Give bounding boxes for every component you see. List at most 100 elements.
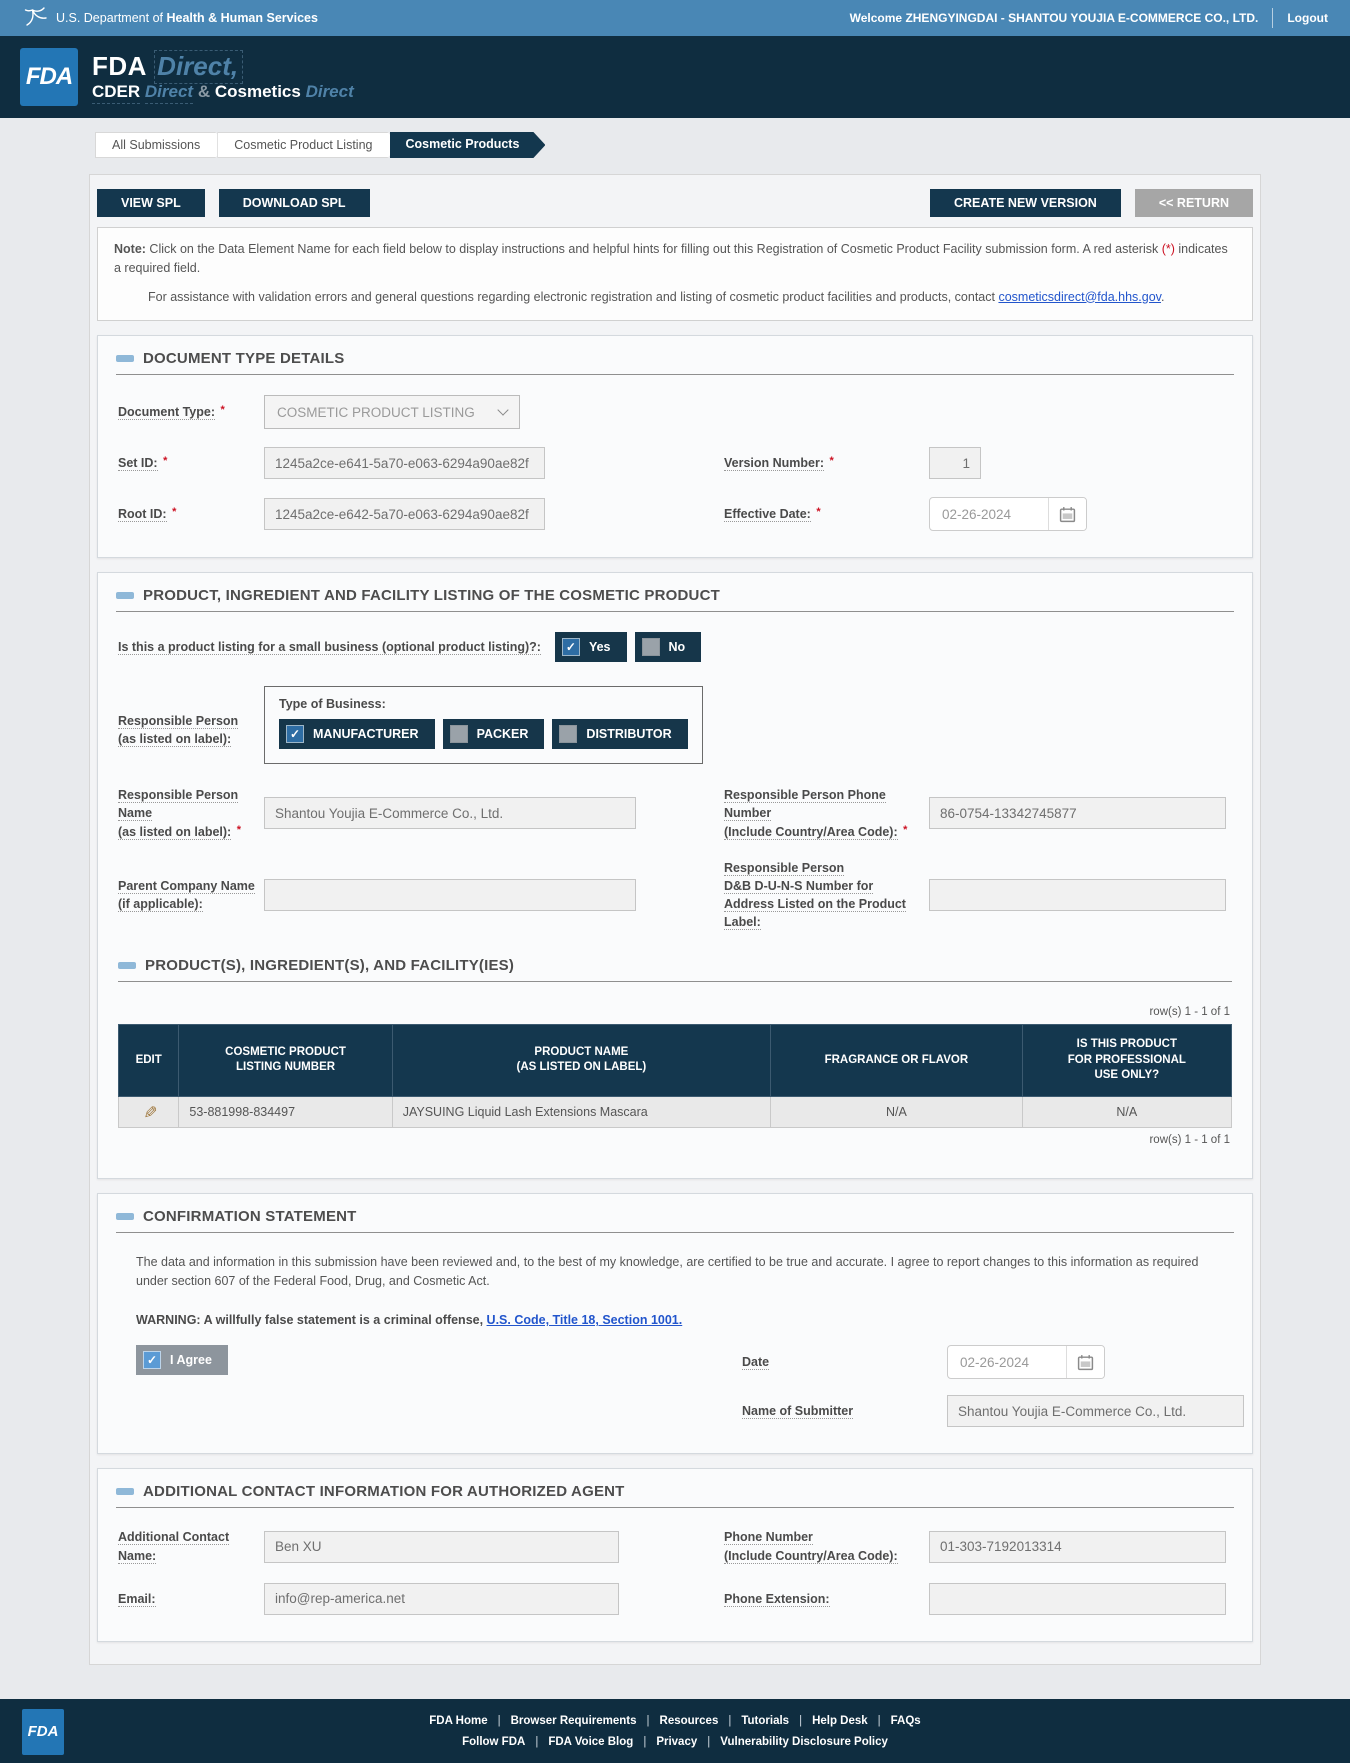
rows-count-top: row(s) 1 - 1 of 1 [1149, 1006, 1230, 1019]
phone-extension-input[interactable] [929, 1582, 1226, 1615]
footer-link-vulnerability-disclosure[interactable]: Vulnerability Disclosure Policy [720, 1736, 888, 1748]
fragrance-cell: N/A [770, 1095, 1023, 1128]
breadcrumb-all-submissions[interactable]: All Submissions [95, 132, 227, 158]
manufacturer-checkbox[interactable]: ✓ MANUFACTURER [279, 719, 435, 750]
footer-link-faqs[interactable]: FAQs [891, 1715, 921, 1727]
small-business-yes-checkbox[interactable]: ✓ Yes [554, 632, 627, 663]
email-input[interactable] [264, 1582, 619, 1615]
i-agree-checkbox[interactable]: ✓ I Agree [136, 1345, 228, 1376]
footer-link-help-desk[interactable]: Help Desk [812, 1715, 868, 1727]
collapse-icon[interactable] [116, 355, 134, 363]
calendar-icon [1059, 506, 1076, 522]
effective-date-calendar-button[interactable] [1048, 498, 1086, 531]
additional-contact-header[interactable]: ADDITIONAL CONTACT INFORMATION FOR AUTHO… [116, 1483, 1234, 1509]
footer-separator: | [877, 1714, 881, 1727]
effective-date-label[interactable]: Effective Date: * [724, 505, 929, 523]
confirmation-date-value[interactable]: 02-26-2024 [948, 1346, 1066, 1378]
page: U.S. Department of Health & Human Servic… [0, 0, 1350, 1763]
footer-link-follow-fda[interactable]: Follow FDA [462, 1736, 525, 1748]
parent-company-label[interactable]: Parent Company Name (if applicable): [118, 877, 264, 913]
document-type-select[interactable]: COSMETIC PRODUCT LISTING [264, 395, 520, 430]
create-new-version-button[interactable]: CREATE NEW VERSION [930, 189, 1121, 217]
breadcrumb-cosmetic-products[interactable]: Cosmetic Products [390, 132, 546, 158]
note-line2b: . [1160, 289, 1165, 304]
unchecked-checkbox-icon: ✓ [641, 638, 660, 657]
unchecked-checkbox-icon: ✓ [559, 725, 578, 744]
footer-link-fda-home[interactable]: FDA Home [429, 1715, 487, 1727]
breadcrumb: All Submissions Cosmetic Product Listing… [95, 132, 1350, 158]
footer-link-fda-voice-blog[interactable]: FDA Voice Blog [548, 1736, 633, 1748]
collapse-icon[interactable] [116, 592, 134, 600]
confirmation-date-calendar-button[interactable] [1066, 1346, 1104, 1379]
col-professional: IS THIS PRODUCT FOR PROFESSIONAL USE ONLY? [1021, 1024, 1233, 1097]
footer-link-browser-requirements[interactable]: Browser Requirements [511, 1715, 637, 1727]
us-code-link[interactable]: U.S. Code, Title 18, Section 1001. [487, 1313, 683, 1327]
products-table-header[interactable]: PRODUCT(S), INGREDIENT(S), AND FACILITY(… [118, 957, 1232, 983]
small-business-question-label[interactable]: Is this a product listing for a small bu… [118, 640, 541, 656]
edit-pencil-icon[interactable]: ✎ [139, 1105, 159, 1119]
date-label[interactable]: Date [742, 1353, 947, 1371]
collapse-icon[interactable] [116, 1212, 134, 1220]
responsible-person-phone-input[interactable] [929, 797, 1226, 830]
additional-contact-name-input[interactable] [264, 1530, 619, 1563]
set-id-label[interactable]: Set ID: * [118, 454, 264, 472]
hhs-eagle-icon [22, 5, 48, 32]
confirmation-header[interactable]: CONFIRMATION STATEMENT [116, 1208, 1234, 1233]
brand-fda: FDA [92, 50, 147, 81]
calendar-icon [1077, 1354, 1094, 1371]
download-spl-button[interactable]: DOWNLOAD SPL [218, 189, 370, 217]
additional-contact-body: Additional Contact Name: Phone Number (I… [116, 1508, 1234, 1615]
document-type-label[interactable]: Document Type: * [118, 403, 264, 421]
responsible-person-name-input[interactable] [264, 797, 636, 830]
hhs-topbar: U.S. Department of Health & Human Servic… [0, 0, 1350, 36]
version-number-label[interactable]: Version Number: * [724, 454, 929, 472]
submitter-input[interactable] [947, 1395, 1244, 1428]
view-spl-button[interactable]: VIEW SPL [97, 189, 205, 217]
duns-input[interactable] [929, 878, 1226, 911]
root-id-label[interactable]: Root ID: * [118, 505, 264, 523]
brand-cosmetics: Cosmetics [214, 82, 301, 102]
cosmeticsdirect-email-link[interactable]: cosmeticsdirect@fda.hhs.gov [998, 290, 1161, 304]
i-agree-label: I Agree [170, 1353, 212, 1368]
submitter-field: Name of Submitter [742, 1395, 1244, 1428]
footer: FDA FDA Home | Browser Requirements | Reso… [0, 1698, 1350, 1763]
set-id-input[interactable] [264, 447, 545, 480]
responsible-person-name-label[interactable]: Responsible Person Name (as listed on la… [118, 786, 264, 840]
type-of-business-group: Type of Business: ✓ MANUFACTURER ✓ PACKE… [264, 686, 703, 765]
footer-link-resources[interactable]: Resources [660, 1715, 719, 1727]
no-label: No [668, 640, 686, 655]
version-number-field: Version Number: * [724, 447, 1232, 480]
footer-link-privacy[interactable]: Privacy [656, 1736, 697, 1748]
logout-link[interactable]: Logout [1287, 11, 1328, 25]
small-business-no-checkbox[interactable]: ✓ No [634, 632, 702, 663]
email-label[interactable]: Email: [118, 1590, 264, 1608]
version-number-input[interactable] [929, 447, 981, 480]
additional-contact-title: ADDITIONAL CONTACT INFORMATION FOR AUTHO… [143, 1483, 625, 1501]
responsible-person-phone-label[interactable]: Responsible Person Phone Number (Include… [724, 786, 929, 840]
phone-extension-label[interactable]: Phone Extension: [724, 1590, 929, 1608]
distributor-label: DISTRIBUTOR [586, 727, 672, 742]
product-listing-header[interactable]: PRODUCT, INGREDIENT AND FACILITY LISTING… [116, 587, 1234, 613]
root-id-input[interactable] [264, 498, 545, 531]
collapse-icon[interactable] [116, 1488, 134, 1496]
responsible-person-label[interactable]: Responsible Person (as listed on label): [118, 686, 264, 748]
additional-contact-name-label[interactable]: Additional Contact Name: [118, 1528, 264, 1564]
document-type-details-header[interactable]: DOCUMENT TYPE DETAILS [116, 350, 1234, 376]
breadcrumb-cosmetic-product-listing[interactable]: Cosmetic Product Listing [217, 132, 399, 158]
note-line2a: For assistance with validation errors an… [148, 289, 999, 304]
agent-phone-label[interactable]: Phone Number (Include Country/Area Code)… [724, 1528, 929, 1564]
packer-checkbox[interactable]: ✓ PACKER [442, 719, 545, 750]
col-product-name: PRODUCT NAME (AS LISTED ON LABEL) [391, 1024, 772, 1097]
agent-phone-input[interactable] [929, 1530, 1226, 1563]
effective-date-value[interactable]: 02-26-2024 [930, 498, 1048, 530]
hhs-dept-name: Health & Human Services [166, 11, 318, 25]
submitter-label[interactable]: Name of Submitter [742, 1402, 947, 1420]
footer-link-tutorials[interactable]: Tutorials [741, 1715, 789, 1727]
collapse-icon[interactable] [118, 962, 136, 970]
duns-label[interactable]: Responsible Person D&B D-U-N-S Number fo… [724, 859, 929, 932]
parent-company-input[interactable] [264, 878, 636, 911]
return-button[interactable]: << RETURN [1134, 189, 1253, 217]
distributor-checkbox[interactable]: ✓ DISTRIBUTOR [552, 719, 688, 750]
footer-separator: | [535, 1735, 539, 1748]
footer-separator: | [646, 1714, 650, 1727]
